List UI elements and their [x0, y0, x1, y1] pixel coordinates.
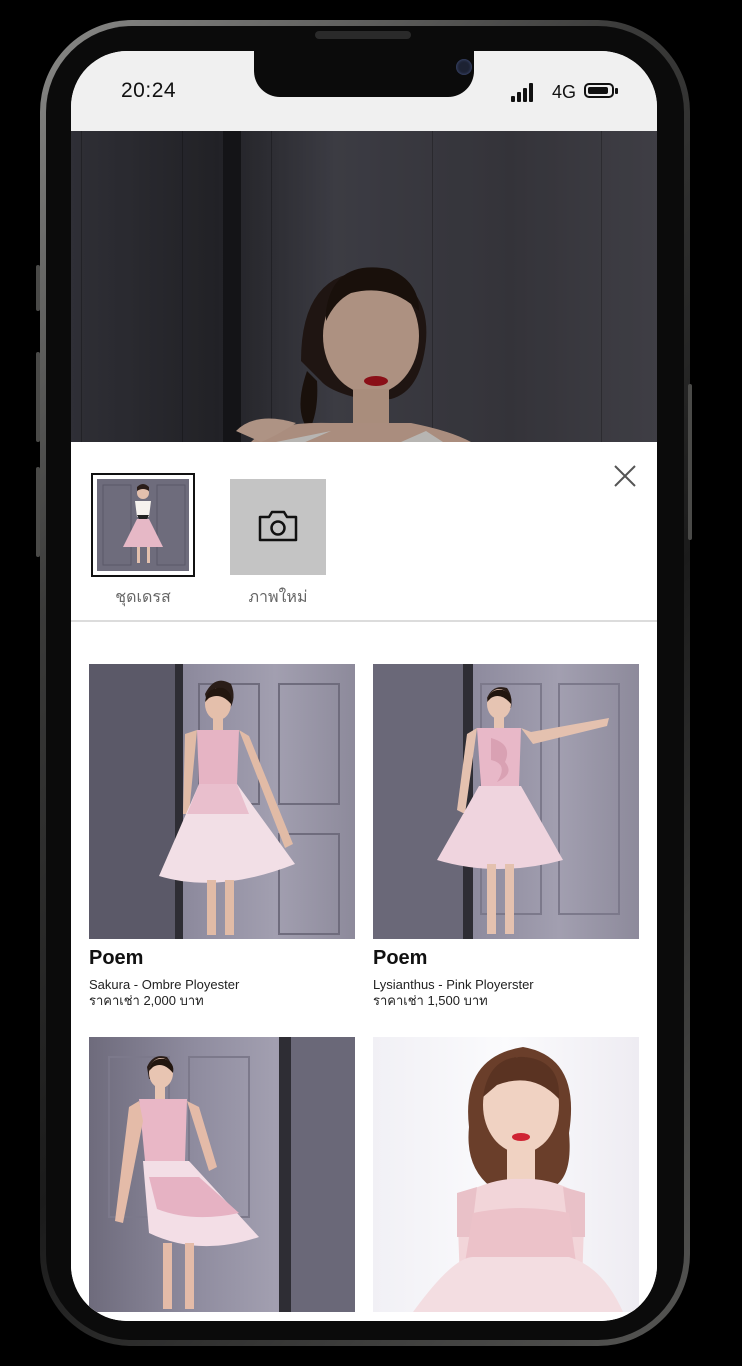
close-icon[interactable] [611, 462, 639, 490]
product-image [373, 1037, 639, 1312]
product-brand: Poem [373, 947, 428, 969]
notch [254, 51, 474, 97]
status-bar: 20:24 4G [71, 51, 657, 131]
new-photo-button[interactable] [230, 479, 326, 575]
camera-icon [258, 510, 298, 542]
phone-screen: 20:24 4G ชุดเดรส ภาพใหม่ Poem Sakura - O… [71, 51, 657, 1321]
volume-up-button [36, 352, 40, 442]
dress-thumbnail-image [97, 479, 189, 571]
product-card[interactable]: Poem Lysianthus - Pink Ployerster ราคาเช… [373, 664, 639, 1009]
product-image [89, 664, 355, 939]
product-name: Lysianthus - Pink Ployerster [373, 977, 534, 992]
thumbnail-label-new-photo: ภาพใหม่ [248, 589, 308, 606]
battery-icon [584, 83, 618, 98]
divider [71, 620, 657, 622]
product-card[interactable]: Poem Sakura - Ombre Ployester ราคาเช่า 2… [89, 664, 355, 1009]
earpiece-speaker [315, 31, 411, 39]
product-image [373, 664, 639, 939]
product-price: ราคาเช่า 2,000 บาท [89, 993, 204, 1008]
power-button [688, 384, 692, 540]
hero-photo [71, 131, 657, 442]
thumbnail-label-dress: ชุดเดรส [115, 589, 171, 606]
front-camera [456, 59, 472, 75]
product-price: ราคาเช่า 1,500 บาท [373, 993, 488, 1008]
product-card[interactable] [373, 1037, 639, 1320]
network-type: 4G [552, 82, 577, 102]
product-card[interactable] [89, 1037, 355, 1320]
visual-search-sheet: ชุดเดรส ภาพใหม่ Poem Sakura - Ombre Ploy… [71, 442, 657, 1321]
signal-icon [511, 82, 537, 102]
product-image [89, 1037, 355, 1312]
product-name: Sakura - Ombre Ployester [89, 977, 240, 992]
volume-down-button [36, 467, 40, 557]
thumbnail-dress-selected[interactable] [91, 473, 195, 577]
product-brand: Poem [89, 947, 144, 969]
mute-switch [36, 265, 40, 311]
status-time: 20:24 [121, 79, 177, 102]
